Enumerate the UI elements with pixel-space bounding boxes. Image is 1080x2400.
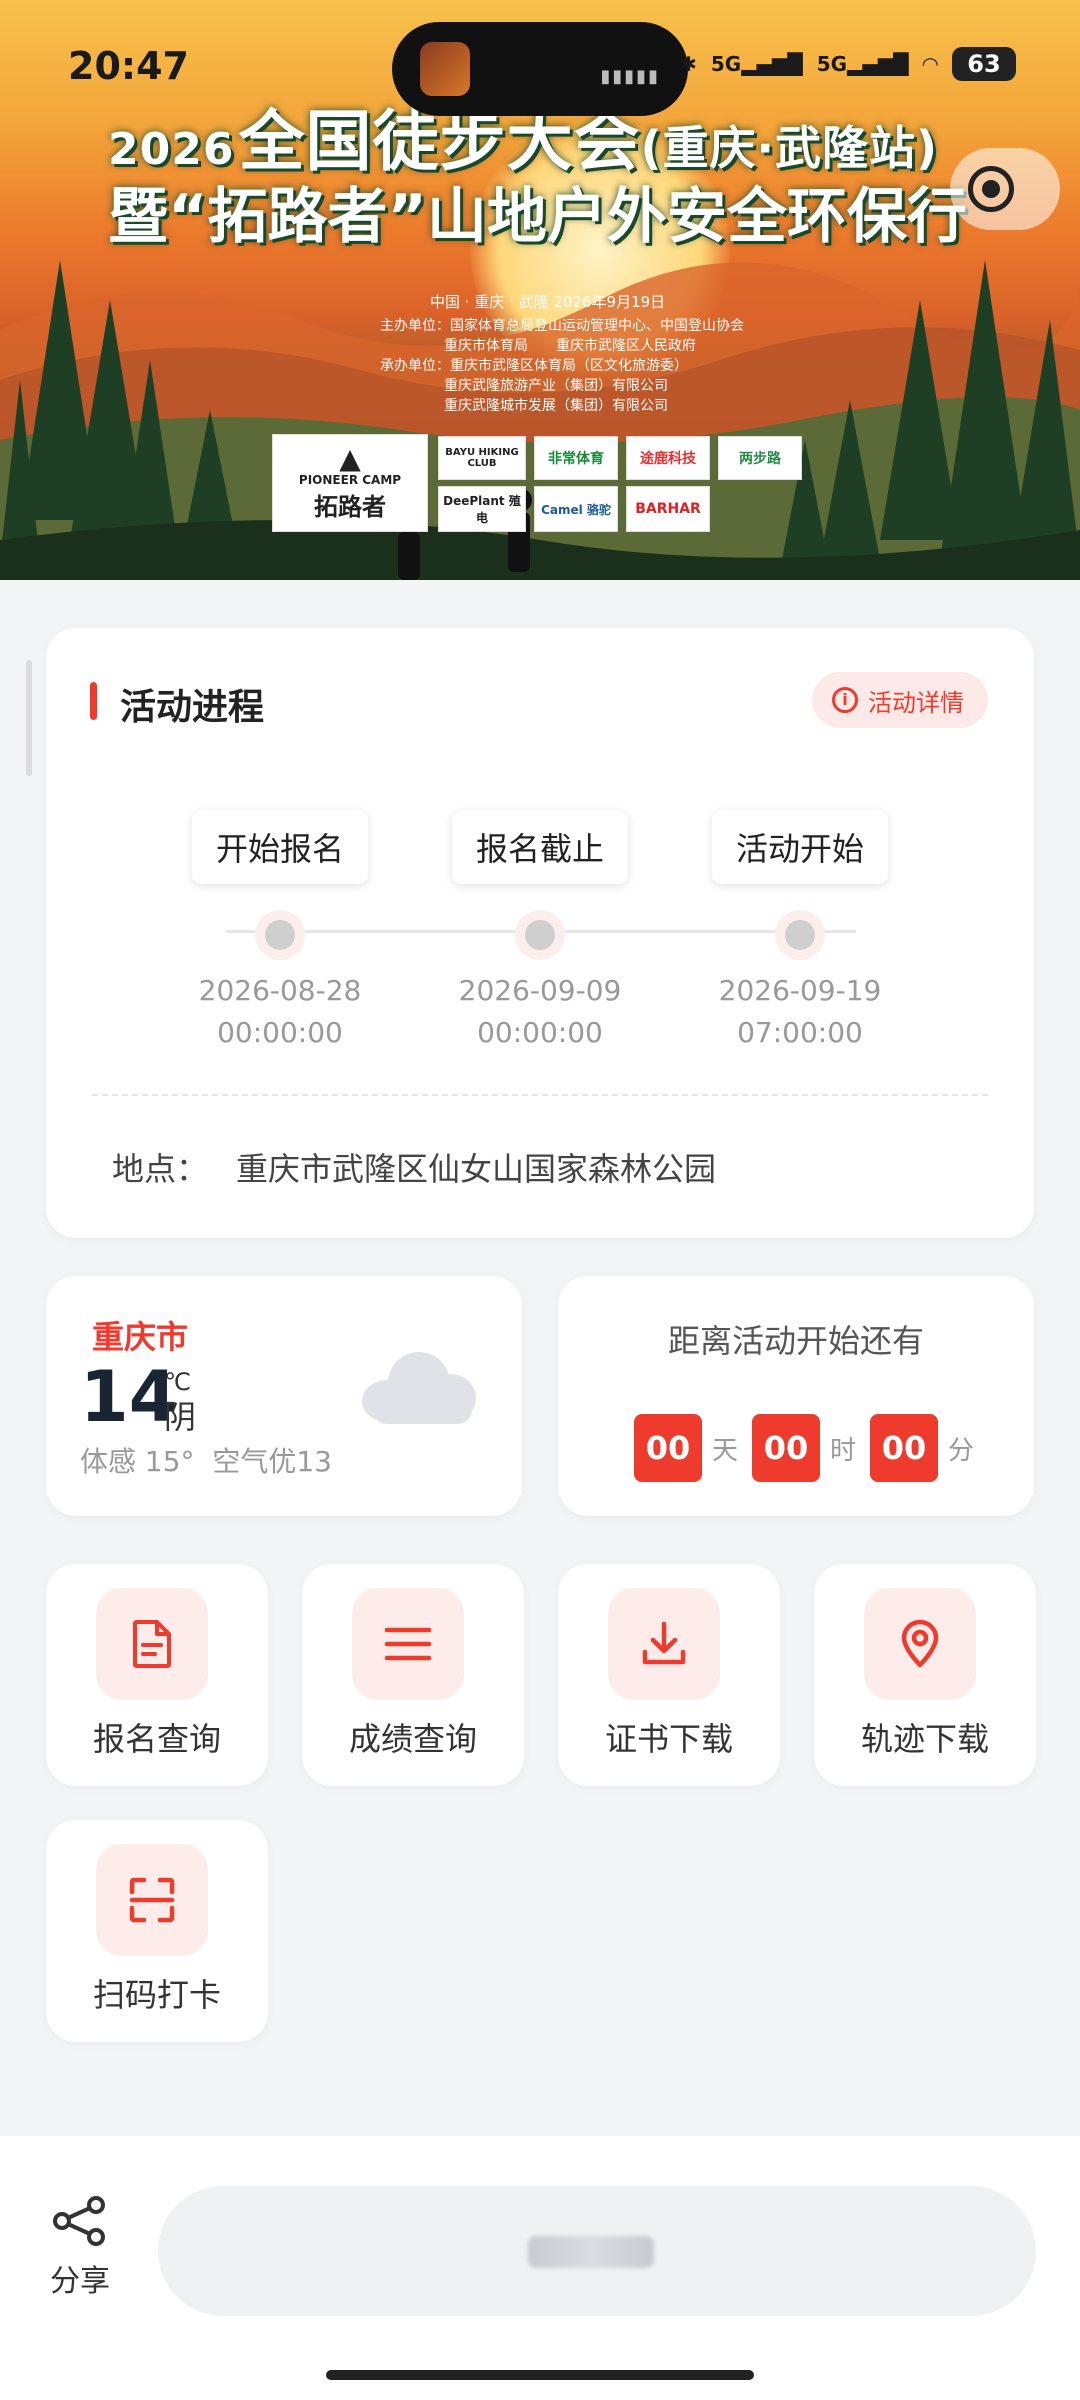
- weather-city: 重庆市: [92, 1318, 189, 1356]
- tile-label: 证书下载: [604, 1720, 733, 1758]
- cloud-icon: [362, 1346, 478, 1426]
- status-bar: 20:47 ▮▮▮▮▮ ✱ 5G▂▄▆█ 5G▂▄▆█ ◠ 63: [0, 0, 1080, 130]
- record-icon: [968, 166, 1014, 212]
- step-label: 开始报名: [191, 810, 368, 884]
- banner-title-line2: 暨“拓路者”山地户外安全环保行: [108, 182, 967, 252]
- primary-action-button[interactable]: [158, 2186, 1036, 2316]
- score-query-button[interactable]: 成绩查询: [302, 1564, 524, 1786]
- weather-card: 重庆市 14 ℃ 阴 体感 15° 空气优13: [46, 1276, 522, 1516]
- countdown-title: 距离活动开始还有: [667, 1322, 924, 1360]
- days-unit: 天: [712, 1435, 739, 1466]
- tile-label: 轨迹下载: [860, 1720, 989, 1758]
- home-indicator[interactable]: [326, 2370, 754, 2380]
- sponsor-logo-feichang: 非常体育: [534, 436, 618, 480]
- scan-checkin-button[interactable]: 扫码打卡: [46, 1820, 268, 2042]
- progress-title: 活动进程: [120, 687, 265, 728]
- share-button[interactable]: 分享: [40, 2196, 120, 2300]
- banner-organizer-info: 中国 · 重庆 · 武隆 2026年9月19日 主办单位：国家体育总局登山运动管…: [380, 293, 744, 414]
- share-label: 分享: [50, 2264, 110, 2299]
- hours-unit: 时: [830, 1435, 857, 1466]
- status-icons: ✱ 5G▂▄▆█ 5G▂▄▆█ ◠ 63: [680, 44, 1016, 84]
- battery-icon: 63: [952, 47, 1016, 81]
- location-pin-icon: [901, 1619, 939, 1668]
- document-icon: [133, 1620, 171, 1668]
- step-datetime: 2026-09-09 00:00:00: [458, 974, 622, 1049]
- tile-label: 报名查询: [92, 1720, 221, 1758]
- weather-condition: 阴: [164, 1398, 197, 1436]
- divider: [92, 1094, 988, 1096]
- minutes-unit: 分: [948, 1435, 975, 1466]
- status-time: 20:47: [68, 44, 189, 88]
- step-label: 报名截止: [451, 810, 628, 884]
- activity-detail-label: 活动详情: [868, 688, 964, 717]
- timeline-node: [515, 910, 565, 960]
- blurred-button-label: [528, 2236, 654, 2268]
- sponsor-logo-barhar: BARHAR: [626, 486, 710, 532]
- screen-record-button[interactable]: [950, 148, 1060, 230]
- timeline-step-registration-open: 开始报名 2026-08-28 00:00:00: [170, 810, 390, 1049]
- media-thumbnail: [420, 42, 470, 96]
- countdown-minutes: 00: [870, 1414, 939, 1482]
- pioneer-camp-logo: ▲ PIONEER CAMP 拓路者: [272, 434, 428, 532]
- sponsor-logo-deeplant: DeePlant 殖电: [438, 486, 526, 532]
- step-datetime: 2026-08-28 00:00:00: [198, 974, 362, 1049]
- bluetooth-icon: ✱: [680, 52, 697, 76]
- timeline-step-activity-start: 活动开始 2026-09-19 07:00:00: [690, 810, 910, 1049]
- signal-icon-2: 5G▂▄▆█: [816, 52, 909, 76]
- scroll-indicator: [26, 660, 32, 776]
- bottom-action-bar: 分享: [0, 2136, 1080, 2400]
- certificate-download-button[interactable]: 证书下载: [558, 1564, 780, 1786]
- activity-detail-button[interactable]: i 活动详情: [812, 672, 988, 728]
- weather-feels-air: 体感 15° 空气优13: [80, 1445, 332, 1478]
- dynamic-island[interactable]: ▮▮▮▮▮: [392, 22, 688, 116]
- event-location: 地点： 重庆市武隆区仙女山国家森林公园: [112, 1150, 717, 1188]
- wifi-icon: ◠: [922, 52, 938, 76]
- sponsor-logo-camel: Camel 骆驼: [534, 486, 618, 532]
- countdown-timer: 00 天 00 时 00 分: [634, 1414, 988, 1482]
- timeline-node: [775, 910, 825, 960]
- list-icon: [384, 1627, 432, 1661]
- scan-icon: [129, 1877, 175, 1923]
- countdown-days: 00: [634, 1414, 702, 1482]
- tile-label: 扫码打卡: [92, 1976, 221, 2014]
- countdown-card: 距离活动开始还有 00 天 00 时 00 分: [558, 1276, 1034, 1516]
- track-download-button[interactable]: 轨迹下载: [814, 1564, 1036, 1786]
- signal-icon-1: 5G▂▄▆█: [710, 52, 803, 76]
- registration-query-button[interactable]: 报名查询: [46, 1564, 268, 1786]
- info-icon: i: [832, 687, 858, 713]
- step-label: 活动开始: [711, 810, 888, 884]
- download-icon: [642, 1621, 686, 1665]
- share-icon: [53, 2196, 105, 2246]
- event-banner: 2026全国徒步大会(重庆·武隆站) 暨“拓路者”山地户外安全环保行 中国 · …: [0, 0, 1080, 580]
- sponsor-logo-tulu: 途鹿科技: [626, 436, 710, 480]
- tile-label: 成绩查询: [348, 1720, 477, 1758]
- countdown-hours: 00: [752, 1414, 821, 1482]
- timeline-step-registration-close: 报名截止 2026-09-09 00:00:00: [430, 810, 650, 1049]
- sponsor-logo-liangbulu: 两步路: [718, 436, 802, 480]
- timeline-node: [255, 910, 305, 960]
- activity-progress-card: 活动进程 i 活动详情 开始报名 2026-08-28 00:00:00 报名截止…: [46, 628, 1034, 1238]
- sponsor-logo-bayu: BAYU HIKING CLUB: [438, 436, 526, 480]
- weather-temperature: 14: [80, 1356, 178, 1438]
- step-datetime: 2026-09-19 07:00:00: [718, 974, 882, 1049]
- audio-wave-icon: ▮▮▮▮▮: [600, 66, 660, 87]
